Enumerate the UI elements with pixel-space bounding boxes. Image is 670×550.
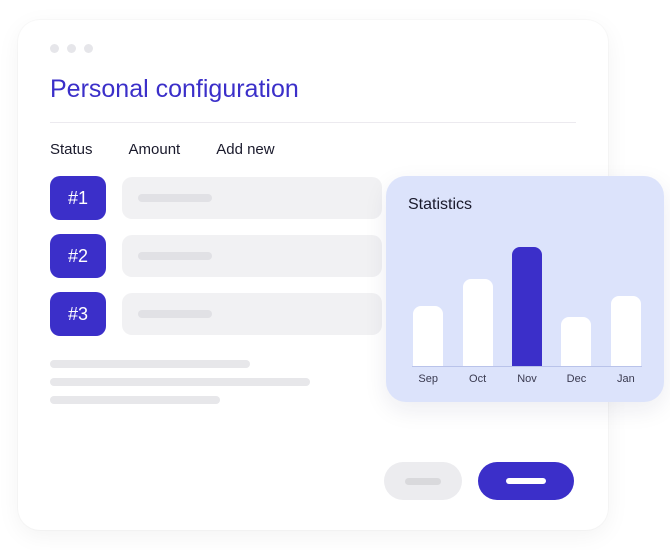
chart-label: Oct bbox=[461, 373, 493, 385]
placeholder-line bbox=[50, 378, 310, 386]
amount-field[interactable] bbox=[122, 235, 382, 277]
amount-field[interactable] bbox=[122, 293, 382, 335]
divider bbox=[50, 122, 576, 123]
statistics-card: Statistics Sep Oct Nov Dec Jan bbox=[386, 176, 664, 402]
chart-bar bbox=[511, 247, 543, 366]
window-dot-icon bbox=[50, 44, 59, 53]
primary-button[interactable] bbox=[478, 462, 574, 500]
chart-bar bbox=[461, 279, 493, 366]
statistics-chart bbox=[408, 228, 646, 366]
placeholder-line bbox=[50, 396, 220, 404]
window-dot-icon bbox=[67, 44, 76, 53]
chart-bar bbox=[610, 296, 642, 366]
chart-bar-fill bbox=[611, 296, 641, 366]
amount-field[interactable] bbox=[122, 177, 382, 219]
secondary-button[interactable] bbox=[384, 462, 462, 500]
status-badge[interactable]: #2 bbox=[50, 234, 106, 278]
chart-label: Nov bbox=[511, 373, 543, 385]
action-bar bbox=[384, 462, 574, 500]
window-controls bbox=[50, 44, 576, 53]
column-header-status: Status bbox=[50, 141, 93, 158]
column-header-amount: Amount bbox=[129, 141, 181, 158]
window-dot-icon bbox=[84, 44, 93, 53]
status-badge[interactable]: #1 bbox=[50, 176, 106, 220]
page-title: Personal configuration bbox=[50, 75, 576, 104]
chart-bar-fill bbox=[463, 279, 493, 366]
placeholder-line bbox=[50, 360, 250, 368]
chart-label: Dec bbox=[560, 373, 592, 385]
column-headers: Status Amount Add new bbox=[50, 141, 576, 158]
chart-bar-fill bbox=[512, 247, 542, 366]
column-header-addnew: Add new bbox=[216, 141, 274, 158]
chart-label: Jan bbox=[610, 373, 642, 385]
chart-bar-fill bbox=[413, 306, 443, 366]
status-badge[interactable]: #3 bbox=[50, 292, 106, 336]
chart-bar-fill bbox=[561, 317, 591, 366]
statistics-title: Statistics bbox=[408, 196, 646, 214]
chart-label: Sep bbox=[412, 373, 444, 385]
chart-bar bbox=[412, 306, 444, 366]
chart-bar bbox=[560, 317, 592, 366]
chart-labels: Sep Oct Nov Dec Jan bbox=[408, 367, 646, 385]
